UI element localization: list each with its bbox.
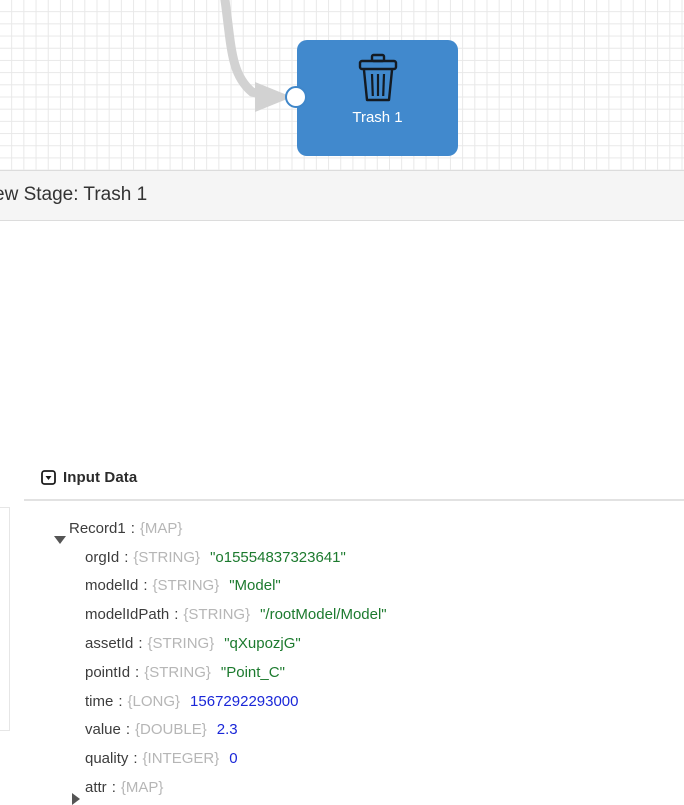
input-data-title: Input Data (63, 469, 138, 486)
tree-value: 1567292293000 (190, 692, 299, 710)
tree-type: {STRING} (147, 635, 215, 653)
tree-colon: : (138, 635, 143, 653)
tree-type: {INTEGER} (142, 750, 220, 768)
tree-key: pointId (85, 663, 131, 681)
tree-colon: : (130, 519, 135, 537)
tree-type: {DOUBLE} (135, 721, 207, 739)
tree-colon: : (135, 663, 140, 681)
tree-value: "Model" (229, 577, 281, 595)
input-data-tree[interactable]: Record1: {MAP} orgId: {STRING} "o15554837323… (53, 514, 673, 805)
tree-colon: : (111, 779, 116, 797)
node-label: Trash 1 (352, 109, 403, 126)
stage-header-bar: ew Stage: Trash 1 (0, 170, 684, 221)
tree-row[interactable]: quality: {INTEGER} 0 (53, 744, 673, 773)
input-port[interactable] (285, 86, 307, 108)
tree-value: "Point_C" (220, 663, 285, 681)
tree-key: value (85, 721, 121, 739)
tree-type: {STRING} (183, 606, 251, 624)
tree-colon: : (118, 692, 123, 710)
tree-colon: : (133, 750, 138, 768)
tree-key: modelId (85, 577, 139, 595)
trash-icon (297, 52, 458, 104)
tree-value: "o15554837323641" (210, 548, 346, 566)
tree-value: "qXupozjG" (224, 635, 301, 653)
tree-key: quality (85, 750, 129, 768)
tree-row[interactable]: time: {LONG} 1567292293000 (53, 687, 673, 716)
tree-colon: : (124, 548, 129, 566)
tree-key: attr (85, 779, 107, 797)
tree-row[interactable]: attr: {MAP} (53, 773, 673, 805)
page-title: ew Stage: Trash 1 (0, 184, 148, 205)
tree-key: time (85, 692, 114, 710)
tree-colon: : (174, 606, 179, 624)
tree-value: 0 (229, 750, 238, 768)
tree-type: {MAP} (120, 779, 164, 797)
tree-row[interactable]: modelId: {STRING} "Model" (53, 572, 673, 601)
tree-type: {STRING} (133, 548, 201, 566)
input-data-section-header[interactable]: Input Data (41, 469, 137, 486)
tree-type: {STRING} (152, 577, 220, 595)
tree-type: {STRING} (144, 663, 211, 681)
section-divider (24, 499, 684, 501)
tree-row[interactable]: orgId: {STRING} "o15554837323641" (53, 543, 673, 572)
tree-colon: : (125, 721, 131, 739)
collapse-toggle-icon[interactable] (41, 470, 56, 485)
tree-colon: : (143, 577, 148, 595)
tree-row[interactable]: modelIdPath: {STRING} "/rootModel/Model" (53, 600, 673, 629)
tree-key: Record1 (69, 519, 126, 537)
stage-detail-body: Input Data Record1: {MAP} orgId: {STRING} "o… (0, 221, 684, 805)
tree-key: orgId (85, 548, 120, 566)
tree-row[interactable]: assetId: {STRING} "qXupozjG" (53, 629, 673, 658)
tree-type: {MAP} (139, 519, 183, 537)
tree-type: {LONG} (127, 692, 181, 710)
tree-key: modelIdPath (85, 606, 170, 624)
tree-value: "/rootModel/Model" (260, 606, 387, 624)
tree-key: assetId (85, 635, 134, 653)
flow-canvas[interactable]: Trash 1 (0, 0, 684, 170)
tree-row[interactable]: Record1: {MAP} (53, 514, 673, 545)
tree-row[interactable]: pointId: {STRING} "Point_C" (53, 658, 673, 687)
trash-node[interactable]: Trash 1 (285, 40, 458, 156)
tree-row[interactable]: value: {DOUBLE} 2.3 (53, 716, 673, 745)
tree-value: 2.3 (216, 721, 238, 739)
tree-panel-edge (0, 507, 10, 731)
